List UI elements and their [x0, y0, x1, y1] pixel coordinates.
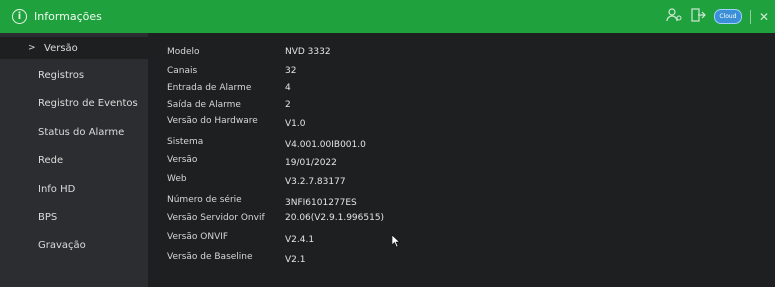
- sidebar-item-bps[interactable]: BPS: [0, 206, 148, 228]
- title-actions: Cloud ✕: [666, 0, 769, 33]
- info-label: Entrada de Alarme: [167, 83, 252, 93]
- logout-icon[interactable]: [690, 7, 706, 26]
- info-label: Sistema: [167, 137, 204, 147]
- info-value: 3NFI6101277ES: [285, 198, 357, 208]
- title-group: i Informações: [12, 9, 102, 24]
- sidebar-item-label: Status do Alarme: [38, 126, 125, 138]
- sidebar-item-label: Gravação: [38, 239, 86, 251]
- sidebar-item-label: Registro de Eventos: [38, 97, 138, 109]
- sidebar-item-label: Rede: [38, 154, 64, 166]
- sidebar: > Versão Registros Registro de Eventos S…: [0, 33, 148, 287]
- info-label: Versão ONVIF: [167, 232, 229, 242]
- info-value: V3.2.7.83177: [285, 177, 346, 187]
- sidebar-item-label: Registros: [38, 69, 85, 81]
- sidebar-item-gravacao[interactable]: Gravação: [0, 234, 148, 256]
- chevron-right-icon: >: [28, 43, 36, 53]
- info-value: 32: [285, 66, 297, 76]
- info-value: V2.1: [285, 255, 306, 265]
- mouse-cursor-icon: [391, 233, 401, 252]
- cloud-label: Cloud: [719, 13, 737, 20]
- info-label: Canais: [167, 66, 198, 76]
- info-label: Modelo: [167, 47, 200, 57]
- info-value: 4: [285, 83, 291, 93]
- sidebar-item-label: Info HD: [38, 183, 76, 195]
- info-label: Versão Servidor Onvif: [167, 213, 265, 223]
- sidebar-item-registro-eventos[interactable]: Registro de Eventos: [0, 92, 148, 114]
- close-icon[interactable]: ✕: [759, 10, 769, 24]
- info-icon: i: [12, 9, 27, 24]
- info-label: Versão: [167, 155, 198, 165]
- info-value: V2.4.1: [285, 235, 315, 245]
- info-panel: Modelo NVD 3332 Canais 32 Entrada de Ala…: [148, 33, 775, 287]
- info-value: 2: [285, 100, 291, 110]
- info-value: V1.0: [285, 119, 306, 129]
- sidebar-item-label: Versão: [44, 42, 78, 54]
- info-label: Número de série: [167, 195, 242, 205]
- sidebar-item-status-alarme[interactable]: Status do Alarme: [0, 121, 148, 143]
- sidebar-item-registros[interactable]: Registros: [0, 64, 148, 86]
- info-value: NVD 3332: [285, 47, 331, 57]
- info-value: 19/01/2022: [285, 158, 337, 168]
- divider: [749, 9, 751, 24]
- info-label: Versão de Baseline: [167, 252, 253, 262]
- info-label: Saída de Alarme: [167, 100, 241, 110]
- info-value: 20.06(V2.9.1.996515): [285, 213, 385, 223]
- cloud-icon[interactable]: Cloud: [713, 9, 742, 24]
- title-bar: i Informações Cloud ✕: [0, 0, 775, 33]
- sidebar-item-label: BPS: [38, 211, 58, 223]
- info-label: Web: [167, 174, 187, 184]
- user-icon[interactable]: [666, 7, 682, 26]
- info-label: Versão do Hardware: [167, 116, 258, 126]
- window-title: Informações: [34, 10, 102, 23]
- sidebar-item-versao[interactable]: > Versão: [0, 37, 148, 59]
- info-value: V4.001.00IB001.0: [285, 140, 366, 150]
- sidebar-item-info-hd[interactable]: Info HD: [0, 178, 148, 200]
- sidebar-item-rede[interactable]: Rede: [0, 149, 148, 171]
